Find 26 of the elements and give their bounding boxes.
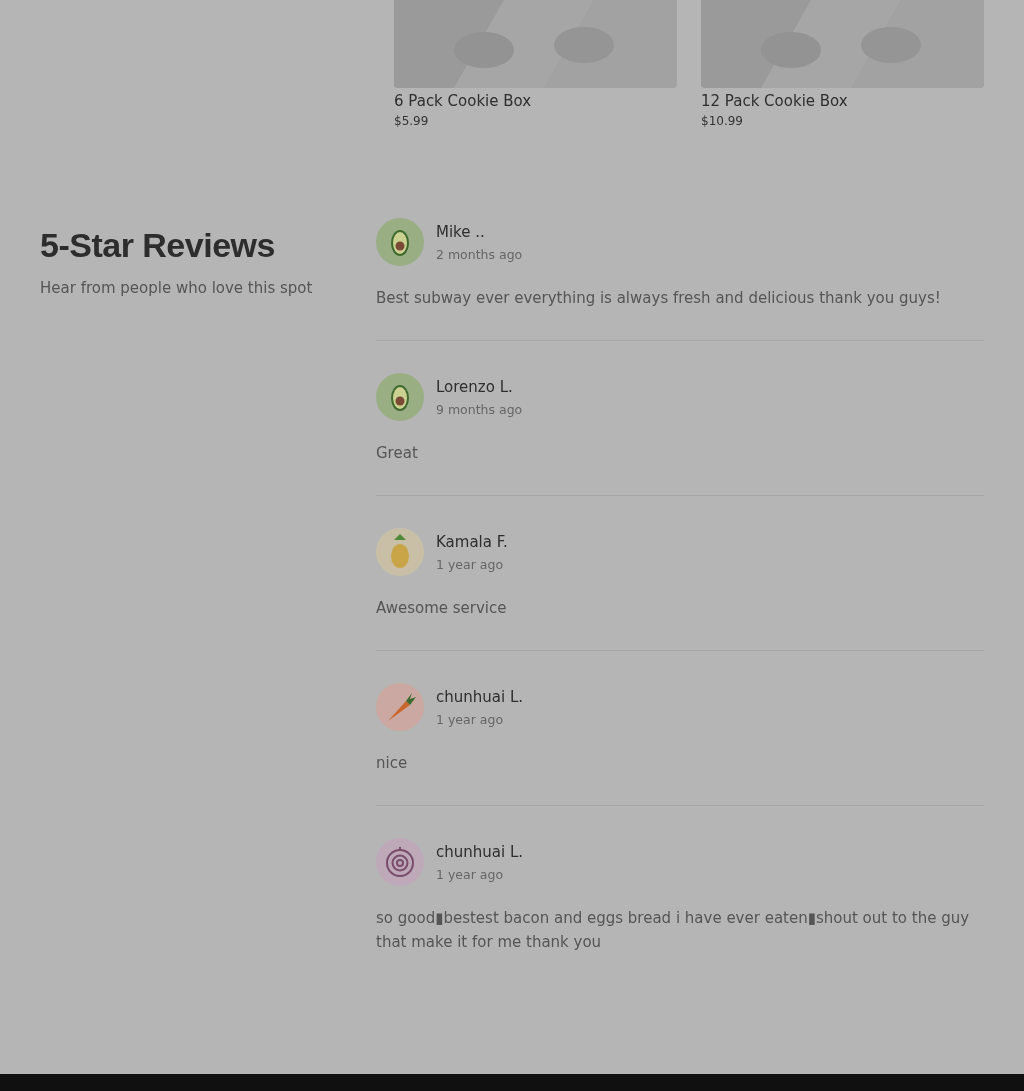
review-time: 2 months ago xyxy=(436,246,523,262)
avocado-icon xyxy=(376,373,424,421)
carrot-icon xyxy=(376,683,424,731)
reviewer-name: Kamala F. xyxy=(436,532,508,551)
reviewer-name: chunhuai L. xyxy=(436,687,524,706)
review-text: Great xyxy=(376,443,419,464)
review-text: Awesome service xyxy=(376,598,508,619)
avocado-icon xyxy=(376,218,424,266)
product-name: 12 Pack Cookie Box xyxy=(701,92,849,110)
review-text: nice xyxy=(376,753,409,774)
review-text: so good▮bestest bacon and eggs bread i have ever eaten▮shout out to the guy that make it for me thank you xyxy=(376,908,971,953)
review-text: Best subway ever everything is always fresh and delicious thank you guys! xyxy=(376,288,942,309)
review-time: 1 year ago xyxy=(436,556,505,572)
reviewer-name: Lorenzo L. xyxy=(436,377,514,396)
review-time: 1 year ago xyxy=(436,866,505,882)
pineapple-icon xyxy=(376,528,424,576)
product-name: 6 Pack Cookie Box xyxy=(394,92,533,110)
product-price: $10.99 xyxy=(701,114,744,128)
product-price: $5.99 xyxy=(394,114,430,128)
reviewer-name: chunhuai L. xyxy=(436,842,524,861)
onion-icon xyxy=(376,838,424,886)
review-time: 9 months ago xyxy=(436,401,523,417)
review-time: 1 year ago xyxy=(436,711,505,727)
reviewer-name: Mike .. xyxy=(436,222,486,241)
section-subtitle: Hear from people who love this spot xyxy=(40,279,314,297)
section-title: 5-Star Reviews xyxy=(40,226,276,265)
